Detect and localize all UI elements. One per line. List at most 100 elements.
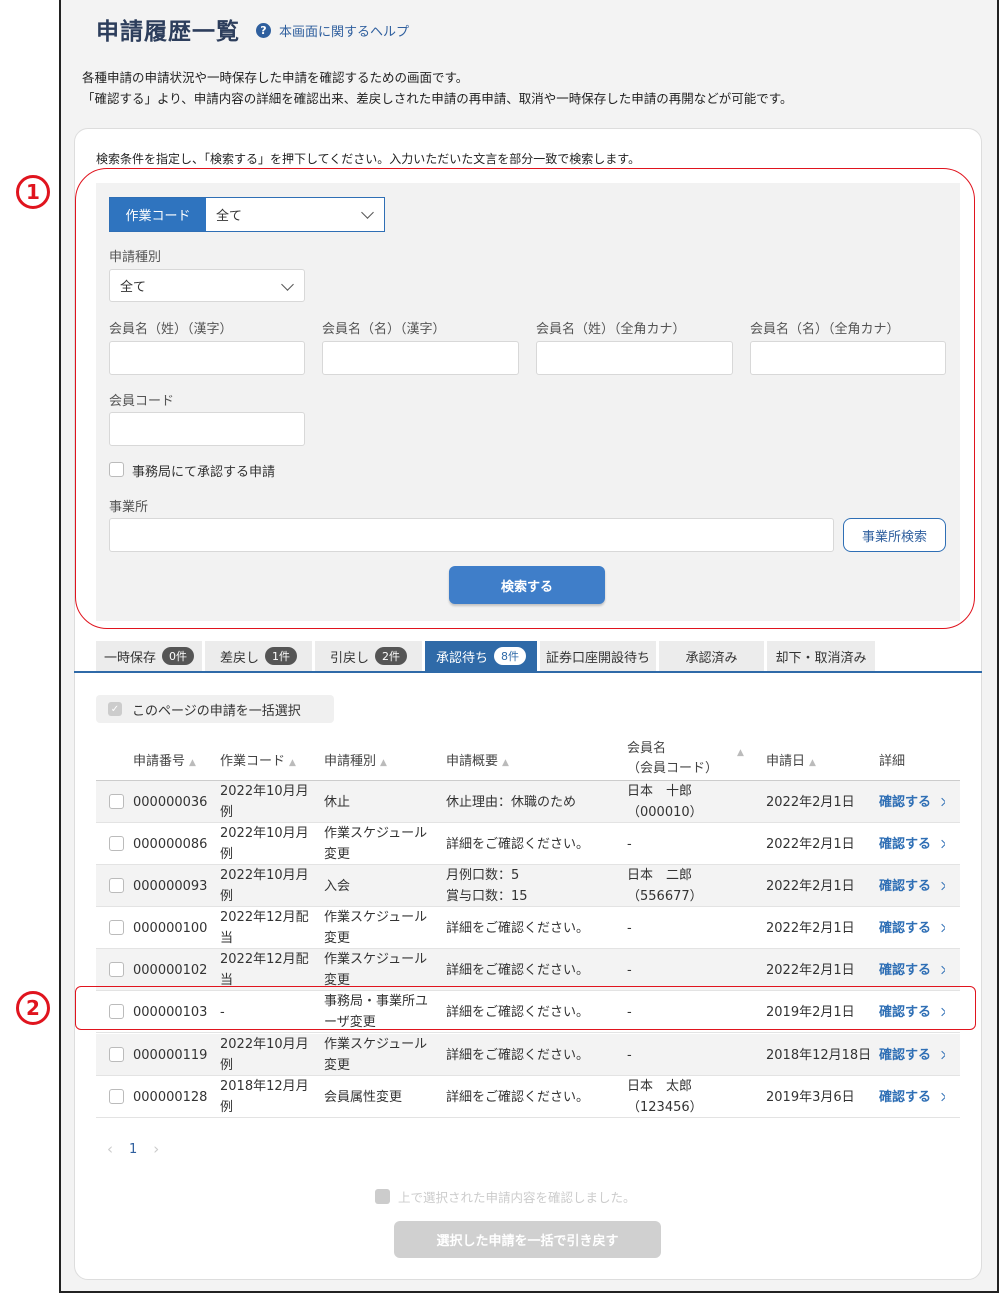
column-header-number[interactable]: 申請番号 ▲ [133,750,196,769]
column-header-member[interactable]: 会員名 （会員コード） ▲ [627,739,744,779]
column-header-summary[interactable]: 申請概要 ▲ [446,750,509,769]
row-type: 会員属性変更 [324,1089,403,1105]
tab-awaiting-approval[interactable]: 承認待ち 8件 [425,641,537,671]
tab-count-badge: 2件 [375,647,407,665]
tab-label: 承認待ち [435,650,488,666]
confirm-checkbox-row[interactable]: 上で選択された申請内容を確認しました。 [375,1187,636,1206]
page-title: 申請履歴一覧 [96,19,240,45]
bulk-return-button[interactable]: 選択した申請を一括で引き戻す [394,1221,661,1258]
tab-count-badge: 8件 [494,647,526,665]
row-summary: 詳細をご確認ください。 [446,920,590,936]
confirm-link[interactable]: 確認する [879,823,946,865]
next-page-icon[interactable]: › [153,1140,159,1158]
row-checkbox[interactable] [109,836,124,851]
row-date: 2022年2月1日 [766,920,855,936]
previous-page-icon[interactable]: ‹ [107,1140,113,1158]
table-row: 000000036 2022年10月月例 休止 休止理由：休職のため 日本 十郎… [96,781,960,823]
row-summary: 詳細をご確認ください。 [446,836,590,852]
sort-icon: ▲ [289,758,296,768]
row-member: 日本 二郎 （556677） [627,868,703,904]
tab-approved[interactable]: 承認済み [659,641,764,671]
confirm-link[interactable]: 確認する [879,1034,946,1076]
row-date: 2022年2月1日 [766,794,855,810]
chevron-right-icon [937,965,946,975]
confirm-link[interactable]: 確認する [879,1076,946,1118]
column-header-detail: 詳細 [879,754,906,769]
page-description-line-1: 各種申請の申請状況や一時保存した申請を確認するための画面です。 [82,70,469,85]
chevron-right-icon [937,1050,946,1060]
row-number: 000000100 [133,920,208,936]
row-work-code: 2022年10月月例 [220,784,309,820]
annotation-box-2 [75,986,976,1030]
table-row: 000000093 2022年10月月例 入会 月例口数：5 賞与口数：15 日本… [96,865,960,907]
confirm-link[interactable]: 確認する [879,949,946,991]
help-link[interactable]: ? 本画面に関するヘルプ [256,21,409,40]
row-work-code: 2022年10月月例 [220,826,309,862]
page-number[interactable]: 1 [129,1142,137,1157]
tab-label: 承認済み [685,650,738,666]
bulk-select-button[interactable]: ✓ このページの申請を一括選択 [96,695,334,723]
confirm-link[interactable]: 確認する [879,865,946,907]
confirm-link[interactable]: 確認する [879,781,946,823]
help-icon: ? [256,22,271,38]
tab-label: 差戻し [219,650,259,666]
help-label: 本画面に関するヘルプ [279,24,410,40]
row-date: 2022年2月1日 [766,836,855,852]
annotation-oval-1 [75,168,975,629]
row-member: - [627,1047,632,1063]
page-header: 申請履歴一覧 ? 本画面に関するヘルプ [96,12,409,46]
row-number: 000000102 [133,962,208,978]
sort-icon: ▲ [737,748,744,758]
tab-temporary-saved[interactable]: 一時保存 0件 [96,641,202,671]
table-row: 000000128 2018年12月月例 会員属性変更 詳細をご確認ください。 … [96,1076,960,1118]
row-checkbox[interactable] [109,794,124,809]
tab-label: 一時保存 [103,650,156,666]
row-checkbox[interactable] [109,1047,124,1062]
confirm-link[interactable]: 確認する [879,907,946,949]
table-row: 000000086 2022年10月月例 作業スケジュール 変更 詳細をご確認くだ… [96,823,960,865]
tab-count-badge: 1件 [265,647,297,665]
row-checkbox[interactable] [109,878,124,893]
row-number: 000000086 [133,836,208,852]
check-icon: ✓ [108,702,122,716]
row-summary: 月例口数：5 賞与口数：15 [446,868,528,904]
row-summary: 詳細をご確認ください。 [446,962,590,978]
bulk-select-label: このページの申請を一括選択 [132,703,301,719]
tab-withdrawn[interactable]: 引戻し 2件 [315,641,422,671]
tab-rejected-cancelled[interactable]: 却下・取消済み [767,641,875,671]
row-checkbox[interactable] [109,920,124,935]
column-header-work-code[interactable]: 作業コード ▲ [220,750,296,769]
row-number: 000000036 [133,794,208,810]
row-summary: 詳細をご確認ください。 [446,1047,590,1063]
row-checkbox[interactable] [109,1089,124,1104]
table-row: 000000100 2022年12月配当 作業スケジュール 変更 詳細をご確認くだ… [96,907,960,949]
row-work-code: 2022年10月月例 [220,868,309,904]
chevron-right-icon [937,881,946,891]
page-description-line-2: 「確認する」より、申請内容の詳細を確認出来、差戻しされた申請の再申請、取消や一時… [82,91,793,106]
row-date: 2019年3月6日 [766,1089,855,1105]
pagination: ‹ 1 › [107,1140,159,1158]
row-number: 000000093 [133,878,208,894]
row-number: 000000119 [133,1047,208,1063]
tab-label: 却下・取消済み [775,650,867,666]
column-header-date[interactable]: 申請日 ▲ [766,750,816,769]
row-type: 入会 [324,878,351,894]
column-header-type[interactable]: 申請種別 ▲ [324,750,387,769]
table-row: 000000119 2022年10月月例 作業スケジュール 変更 詳細をご確認くだ… [96,1034,960,1076]
tab-underline [74,671,982,673]
annotation-number-1: 1 [16,175,50,209]
confirm-checkbox[interactable] [375,1189,390,1204]
tab-awaiting-securities-account[interactable]: 証券口座開設待ち [540,641,656,671]
sort-icon: ▲ [502,758,509,768]
tab-sent-back[interactable]: 差戻し 1件 [205,641,312,671]
row-type: 作業スケジュール 変更 [324,910,428,946]
row-checkbox[interactable] [109,962,124,977]
row-work-code: 2018年12月月例 [220,1079,309,1115]
row-work-code: 2022年12月配当 [220,952,309,988]
row-date: 2018年12月18日 [766,1047,872,1063]
row-date: 2022年2月1日 [766,962,855,978]
status-tabs: 一時保存 0件 差戻し 1件 引戻し 2件 承認待ち 8件 証券口座開設待ち 承… [96,641,878,671]
row-type: 作業スケジュール 変更 [324,1037,428,1073]
row-member: - [627,836,632,852]
sort-icon: ▲ [189,758,196,768]
